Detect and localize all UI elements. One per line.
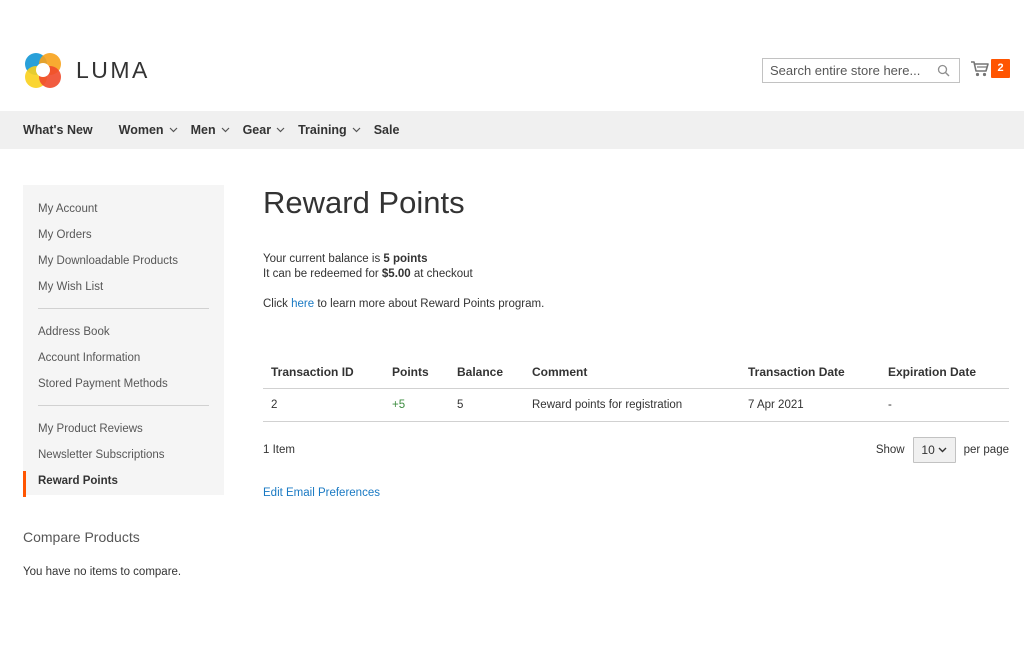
main-navigation: What's New Women Men Gear Training Sale <box>0 111 1024 149</box>
cell-expiration-date: - <box>880 388 1009 422</box>
sidebar-item-newsletter-subscriptions[interactable]: Newsletter Subscriptions <box>23 445 224 471</box>
page-header: LUMA 2 <box>0 0 1024 111</box>
learn-more-text: Click here to learn more about Reward Po… <box>263 298 1009 310</box>
reward-balance-info: Your current balance is 5 points It can … <box>263 252 1009 282</box>
nav-item-whats-new[interactable]: What's New <box>23 123 93 137</box>
redeem-suffix: at checkout <box>410 268 473 280</box>
sidebar-item-stored-payment-methods[interactable]: Stored Payment Methods <box>23 374 224 400</box>
table-toolbar: 1 Item Show 10 per page <box>263 436 1009 463</box>
nav-item-label: Women <box>118 123 164 137</box>
redeem-amount: $5.00 <box>381 268 411 280</box>
sidebar-item-wish-list[interactable]: My Wish List <box>23 277 224 303</box>
sidebar-divider <box>38 405 209 406</box>
column-header-expiration-date: Expiration Date <box>880 356 1009 389</box>
column-header-comment: Comment <box>524 356 740 389</box>
search-box <box>762 58 960 83</box>
column-header-points: Points <box>384 356 449 389</box>
sidebar-item-my-account[interactable]: My Account <box>23 199 224 225</box>
nav-item-label: What's New <box>23 123 93 137</box>
main-content: Reward Points Your current balance is 5 … <box>263 180 1009 499</box>
per-page-value: 10 <box>921 442 935 457</box>
chevron-down-icon <box>221 127 230 133</box>
reward-transactions-table: Transaction ID Points Balance Comment Tr… <box>263 356 1009 422</box>
learn-suffix: to learn more about Reward Points progra… <box>314 298 545 310</box>
edit-email-preferences-link[interactable]: Edit Email Preferences <box>263 487 380 499</box>
table-header-row: Transaction ID Points Balance Comment Tr… <box>263 356 1009 389</box>
shopping-cart-icon <box>971 60 989 76</box>
compare-products-title: Compare Products <box>23 529 140 545</box>
redeem-line: It can be redeemed for $5.00 at checkout <box>263 267 1009 282</box>
store-logo[interactable]: LUMA <box>23 50 150 90</box>
cell-transaction-date: 7 Apr 2021 <box>740 388 880 422</box>
mini-cart[interactable]: 2 <box>970 59 1010 78</box>
search-icon[interactable] <box>937 64 950 77</box>
show-label: Show <box>875 443 905 456</box>
nav-item-label: Gear <box>242 123 272 137</box>
chevron-down-icon <box>169 127 178 133</box>
balance-prefix: Your current balance is <box>263 253 384 265</box>
page-limiter: Show 10 per page <box>875 436 1009 463</box>
cell-balance: 5 <box>449 388 524 422</box>
sidebar-item-product-reviews[interactable]: My Product Reviews <box>23 419 224 445</box>
sidebar-item-reward-points: Reward Points <box>23 471 224 497</box>
table-row: 2 +5 5 Reward points for registration 7 … <box>263 388 1009 422</box>
search-input[interactable] <box>763 59 933 82</box>
item-count: 1 Item <box>263 443 295 456</box>
redeem-prefix: It can be redeemed for <box>263 268 382 280</box>
sidebar-item-account-information[interactable]: Account Information <box>23 348 224 374</box>
column-header-transaction-date: Transaction Date <box>740 356 880 389</box>
sidebar-divider <box>38 308 209 309</box>
sidebar-item-my-orders[interactable]: My Orders <box>23 225 224 251</box>
learn-more-link[interactable]: here <box>291 298 314 310</box>
nav-item-training[interactable]: Training <box>298 123 361 137</box>
logo-text: LUMA <box>76 56 150 83</box>
sidebar-item-downloadable-products[interactable]: My Downloadable Products <box>23 251 224 277</box>
cell-points: +5 <box>384 388 449 422</box>
balance-points: 5 points <box>383 253 428 265</box>
per-page-label: per page <box>963 443 1009 456</box>
nav-item-label: Training <box>298 123 347 137</box>
learn-prefix: Click <box>263 298 292 310</box>
per-page-select[interactable]: 10 <box>912 436 956 463</box>
account-sidebar: My Account My Orders My Downloadable Pro… <box>23 185 224 497</box>
cell-comment: Reward points for registration <box>524 388 740 422</box>
column-header-transaction-id: Transaction ID <box>263 356 384 389</box>
cart-count-badge: 2 <box>991 59 1010 78</box>
column-header-balance: Balance <box>449 356 524 389</box>
nav-item-label: Sale <box>373 123 400 137</box>
page-title: Reward Points <box>263 185 465 220</box>
nav-item-label: Men <box>190 123 216 137</box>
compare-empty-message: You have no items to compare. <box>23 566 182 578</box>
luma-logo-icon <box>25 53 61 88</box>
chevron-down-icon <box>938 447 947 452</box>
balance-line: Your current balance is 5 points <box>263 252 1009 267</box>
chevron-down-icon <box>276 127 285 133</box>
nav-item-men[interactable]: Men <box>191 123 230 137</box>
nav-item-gear[interactable]: Gear <box>243 123 286 137</box>
sidebar-item-address-book[interactable]: Address Book <box>23 322 224 348</box>
nav-item-sale[interactable]: Sale <box>374 123 400 137</box>
cell-transaction-id: 2 <box>263 388 384 422</box>
chevron-down-icon <box>352 127 361 133</box>
nav-item-women[interactable]: Women <box>119 123 178 137</box>
